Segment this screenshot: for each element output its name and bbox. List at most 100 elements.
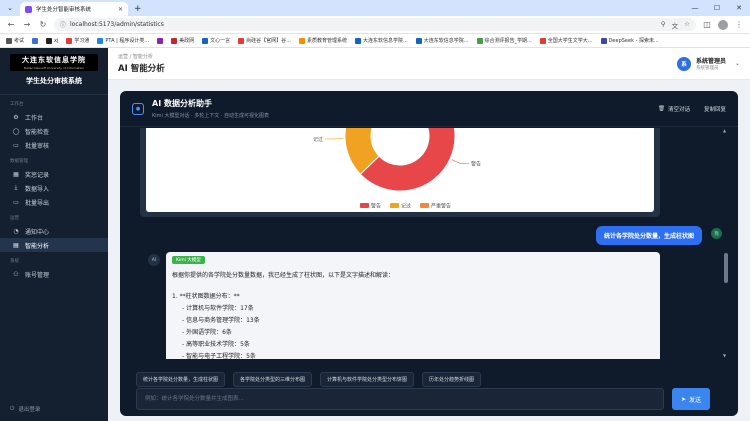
- bookmark-item[interactable]: 素质教育管理系统: [298, 37, 347, 44]
- forward-icon[interactable]: →: [22, 20, 32, 29]
- chart-message-card: 警告 记过 警告 记过 严重警告: [140, 128, 660, 217]
- back-icon[interactable]: ←: [6, 20, 16, 29]
- search-icon[interactable]: ⚲: [661, 20, 666, 30]
- scrollbar-thumb[interactable]: [724, 253, 728, 283]
- bookmark-item[interactable]: 文心一言: [202, 37, 230, 44]
- send-icon: ➤: [680, 396, 686, 403]
- chat-input[interactable]: [136, 388, 664, 410]
- sidebar-item-icon: ⚙: [13, 113, 19, 121]
- power-icon: ⏻: [10, 405, 15, 412]
- bookmark-item[interactable]: 全国大学生文学大...: [539, 37, 593, 44]
- ai-avatar: AI: [148, 254, 160, 266]
- maximize-icon[interactable]: ☐: [706, 0, 728, 16]
- bookmark-item[interactable]: 尚硅谷【官网】谷...: [238, 37, 291, 44]
- sidebar-group-title: 系统: [10, 259, 19, 264]
- sidebar-item[interactable]: ▭ 批量导出: [0, 195, 108, 209]
- slice-label: 记过: [313, 136, 323, 143]
- copy-reply-button[interactable]: 复制回复: [704, 105, 726, 113]
- suggestion-chip[interactable]: 历年处分趋势折线图: [422, 372, 482, 387]
- bookmark-icon: [600, 37, 607, 44]
- bookmark-icon: [298, 37, 305, 44]
- translate-icon[interactable]: 文: [672, 20, 679, 30]
- extensions-icon[interactable]: ◫: [702, 20, 712, 29]
- legend-label[interactable]: 警告: [371, 203, 381, 210]
- send-button[interactable]: ➤ 发送: [672, 388, 710, 410]
- legend-swatch[interactable]: [390, 203, 399, 208]
- url-text[interactable]: localhost:5173/admin/statistics: [70, 21, 657, 28]
- chat-area[interactable]: 警告 记过 警告 记过 严重警告 统计各学院处分数量，生成柱状图 我 AI Kimi 大…: [120, 128, 738, 359]
- trash-icon: 🗑: [657, 105, 665, 112]
- menu-icon[interactable]: ⋮: [734, 20, 744, 29]
- bookmark-item[interactable]: 大连东软信息学院...: [415, 37, 469, 44]
- bookmark-item[interactable]: [157, 37, 164, 44]
- bookmark-item[interactable]: 综合测评报告_学期...: [476, 37, 532, 44]
- bookmark-item[interactable]: [32, 37, 39, 44]
- legend-swatch[interactable]: [360, 203, 369, 208]
- system-name: 学生处分审核系统: [26, 77, 82, 85]
- browser-tab-bar: ⌄ 学生处分智能审核系统 ✕ + — ☐ ✕: [0, 0, 750, 16]
- reload-icon[interactable]: ↻: [38, 20, 48, 29]
- site-info-icon[interactable]: ⓘ: [60, 20, 66, 29]
- sidebar-group-title: 运营: [10, 216, 19, 221]
- sidebar-item[interactable]: ▤ 智能分析: [0, 238, 108, 252]
- sidebar-item-icon: ▭: [13, 141, 19, 149]
- bookmark-item[interactable]: DeepSeek - 探索未...: [600, 37, 659, 44]
- legend-label[interactable]: 严重警告: [431, 203, 451, 210]
- window-close-icon[interactable]: ✕: [728, 0, 750, 16]
- suggestion-chip[interactable]: 计算机与软件学院处分类型分布饼图: [320, 372, 415, 387]
- bookmark-label: xj: [54, 37, 59, 44]
- logout-button[interactable]: ⏻ 退出登录: [10, 405, 41, 414]
- sidebar-item-label: 批量审核: [25, 142, 50, 150]
- minimize-icon[interactable]: —: [684, 0, 706, 16]
- sidebar-group-title: 工作台: [10, 102, 24, 107]
- bookmark-item[interactable]: 考试: [6, 37, 24, 44]
- scroll-down-icon[interactable]: ▼: [723, 353, 726, 358]
- star-icon[interactable]: ☆: [684, 20, 690, 30]
- logout-label: 退出登录: [18, 407, 41, 413]
- tab-title: 学生处分智能审核系统: [36, 7, 92, 13]
- suggestion-chip[interactable]: 各学院处分类型的三维分布图: [233, 372, 313, 387]
- sidebar-item[interactable]: ▦ 奖惩记录: [0, 167, 108, 181]
- tab-search-icon[interactable]: ⌄: [4, 2, 16, 14]
- sidebar-item[interactable]: ◯ 智能检查: [0, 124, 108, 138]
- bookmark-item[interactable]: 美政网: [171, 37, 194, 44]
- omnibox[interactable]: ⓘ localhost:5173/admin/statistics ⚲ 文 ☆: [54, 18, 696, 31]
- logo-text: 大连东软信息学院: [22, 55, 86, 64]
- bookmark-label: DeepSeek - 探索未...: [608, 38, 659, 44]
- new-tab-icon[interactable]: +: [134, 4, 142, 14]
- sidebar-item[interactable]: ⚙ 工作台: [0, 110, 108, 124]
- clear-chat-button[interactable]: 🗑 清空对话: [658, 105, 690, 113]
- bookmark-item[interactable]: PTA | 程序设计类...: [97, 37, 149, 44]
- sidebar-item-label: 账号管理: [25, 271, 50, 279]
- sidebar-item-label: 智能检查: [25, 128, 50, 136]
- user-message-bubble: 统计各学院处分数量，生成柱状图: [595, 226, 702, 245]
- legend-swatch[interactable]: [420, 203, 429, 208]
- sidebar-item[interactable]: ▭ 批量审核: [0, 138, 108, 152]
- bookmark-item[interactable]: 大连东软信息学院...: [354, 37, 408, 44]
- sidebar-item[interactable]: ◔ 通知中心: [0, 224, 108, 238]
- page-title: AI 智能分析: [118, 64, 165, 74]
- copy-reply-label: 复制回复: [703, 106, 726, 113]
- sidebar-item-icon: ▦: [13, 170, 19, 178]
- bookmark-item[interactable]: xj: [46, 37, 59, 44]
- window-controls: — ☐ ✕: [684, 0, 750, 16]
- close-icon[interactable]: ✕: [118, 6, 123, 13]
- send-label: 发送: [689, 397, 702, 404]
- bookmark-item[interactable]: 学习通: [66, 37, 89, 44]
- suggestion-chip[interactable]: 统计各学院处分数量，生成柱状图: [136, 372, 226, 387]
- sidebar-item[interactable]: ⤓ 数据导入: [0, 181, 108, 195]
- sidebar-item[interactable]: ⚇ 账号管理: [0, 267, 108, 281]
- profile-avatar[interactable]: [718, 19, 728, 30]
- legend-label[interactable]: 记过: [401, 203, 411, 210]
- assistant-header: ● AI 数据分析助手 Kimi 大模型对话 · 多轮上下文 · 自动生成可视化…: [120, 91, 738, 127]
- bookmark-icon: [6, 37, 12, 44]
- main-content: 运营 / 智能分析 AI 智能分析 系 系统管理员 系统管理员 ⌄ ● AI 数…: [108, 48, 750, 421]
- logo-subtext: Dalian Neusoft University of Information: [23, 66, 85, 70]
- browser-tab[interactable]: 学生处分智能审核系统 ✕: [20, 2, 128, 16]
- ai-assistant-panel: ● AI 数据分析助手 Kimi 大模型对话 · 多轮上下文 · 自动生成可视化…: [120, 91, 738, 416]
- assistant-title: AI 数据分析助手: [152, 99, 212, 108]
- scroll-up-icon[interactable]: ▲: [723, 128, 726, 133]
- chat-scrollbar[interactable]: ▲ ▼: [723, 128, 728, 358]
- user-menu[interactable]: 系 系统管理员 系统管理员 ⌄: [676, 56, 740, 71]
- sidebar-item-icon: ▤: [13, 241, 19, 249]
